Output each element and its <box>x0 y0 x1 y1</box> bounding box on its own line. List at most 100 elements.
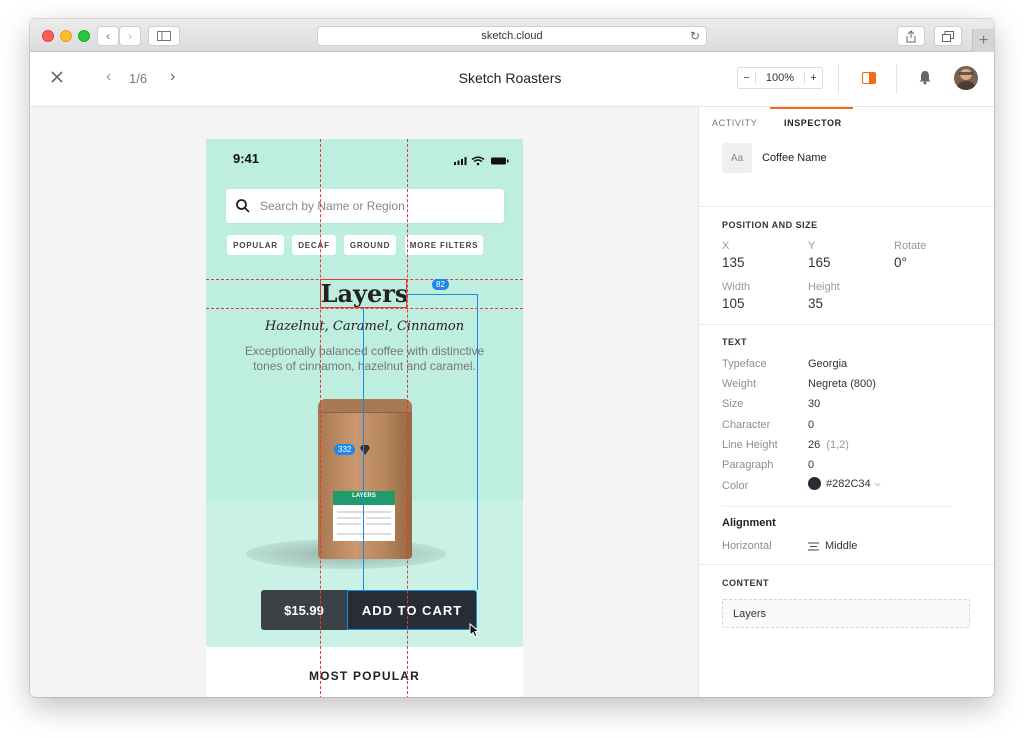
price-button[interactable]: $15.99 <box>261 590 347 630</box>
tab-activity[interactable]: ACTIVITY <box>712 118 757 128</box>
sidebar-toggle-button[interactable] <box>148 26 180 46</box>
filter-chip-ground[interactable]: GROUND <box>344 235 396 255</box>
product-description-line-1: Exceptionally balanced coffee with disti… <box>244 344 485 358</box>
diamond-logo-icon <box>360 445 370 455</box>
line-height-ratio: (1,2) <box>826 439 849 451</box>
tabs-button[interactable] <box>934 26 962 46</box>
address-bar[interactable]: sketch.cloud ↻ <box>317 26 707 46</box>
alignment-title: Alignment <box>722 517 776 529</box>
inspector-panel: ACTIVITY INSPECTOR Aa Coffee Name POSITI… <box>698 107 994 697</box>
toolbar-divider <box>838 64 839 94</box>
weight-value[interactable]: Negreta (800) <box>808 378 876 390</box>
line-height-value[interactable]: 26 (1,2) <box>808 439 849 451</box>
x-value[interactable]: 135 <box>722 255 745 270</box>
product-description-line-2: tones of cinnamon, hazelnut and caramel. <box>253 359 476 373</box>
measure-line-top <box>407 294 477 295</box>
chevron-left-icon: ‹ <box>106 68 112 85</box>
url-text: sketch.cloud <box>481 30 543 42</box>
layer-header: Aa Coffee Name <box>699 137 994 207</box>
sidebar-icon <box>157 31 171 41</box>
reload-icon[interactable]: ↻ <box>690 29 700 43</box>
most-popular-section: MOST POPULAR <box>206 647 523 697</box>
next-page-button[interactable]: › <box>170 68 175 86</box>
forward-button[interactable]: › <box>119 26 141 46</box>
zoom-out-button[interactable]: − <box>738 72 756 84</box>
content-field[interactable]: Layers <box>722 599 970 628</box>
guide-vertical-right <box>407 139 408 697</box>
text-divider <box>722 506 952 507</box>
horizontal-value[interactable]: Middle <box>808 540 857 552</box>
bell-icon[interactable] <box>918 70 932 90</box>
close-window-button[interactable] <box>42 30 54 42</box>
text-title: TEXT <box>722 337 748 347</box>
paragraph-value[interactable]: 0 <box>808 459 814 471</box>
zoom-level: 100% <box>765 72 795 84</box>
content-value: Layers <box>733 608 767 620</box>
artboard-canvas[interactable]: 9:41 Search by Name or Region POPULAR DE… <box>30 107 698 697</box>
height-value[interactable]: 35 <box>808 296 823 311</box>
most-popular-title: MOST POPULAR <box>308 669 421 683</box>
new-tab-button[interactable]: + <box>972 29 994 52</box>
search-placeholder: Search by Name or Region <box>260 199 405 213</box>
typeface-value[interactable]: Georgia <box>808 358 847 370</box>
guide-horizontal-bottom <box>206 308 523 309</box>
avatar[interactable] <box>954 66 978 90</box>
filter-chip-decaf[interactable]: DECAF <box>292 235 336 255</box>
paragraph-label: Paragraph <box>722 459 774 471</box>
horizontal-value-text: Middle <box>825 540 858 552</box>
color-label: Color <box>722 480 749 492</box>
layer-name: Coffee Name <box>762 152 827 164</box>
cursor-icon <box>469 623 480 638</box>
prev-page-button[interactable]: ‹ <box>106 68 111 86</box>
back-button[interactable]: ‹ <box>97 26 119 46</box>
guide-horizontal-top <box>206 279 523 280</box>
status-icons <box>454 153 510 171</box>
status-time: 9:41 <box>233 151 260 166</box>
share-icon <box>906 29 916 42</box>
y-value[interactable]: 165 <box>808 255 831 270</box>
add-to-cart-button[interactable]: ADD TO CART <box>347 590 477 630</box>
position-size-section: POSITION AND SIZE X 135 Y 165 Rotate 0° … <box>699 207 994 325</box>
character-label: Character <box>722 419 771 431</box>
zoom-in-button[interactable]: + <box>804 72 822 84</box>
line-height-label: Line Height <box>722 439 778 451</box>
filter-chip-more[interactable]: MORE FILTERS <box>405 235 483 255</box>
measure-badge-height: 332 <box>334 444 356 455</box>
width-value[interactable]: 105 <box>722 296 745 311</box>
align-center-icon <box>808 542 819 550</box>
chevron-right-icon: › <box>170 68 176 85</box>
chevron-left-icon: ‹ <box>106 29 110 43</box>
minimize-window-button[interactable] <box>60 30 72 42</box>
rotate-value[interactable]: 0° <box>894 255 907 270</box>
horizontal-label: Horizontal <box>722 540 772 552</box>
text-layer-icon: Aa <box>722 143 752 173</box>
filter-chip-popular[interactable]: POPULAR <box>227 235 284 255</box>
browser-window: ‹ › sketch.cloud ↻ + ‹ 1/6 › Sketch Roas… <box>30 19 994 697</box>
y-label: Y <box>808 240 816 252</box>
measure-line-right <box>477 294 478 590</box>
phone-artboard[interactable]: 9:41 Search by Name or Region POPULAR DE… <box>206 139 523 697</box>
line-height-number: 26 <box>808 439 821 451</box>
height-label: Height <box>808 281 840 293</box>
bag-label-text: LAYERS <box>333 493 395 499</box>
text-section: TEXT Typeface Georgia Weight Negreta (80… <box>699 325 994 565</box>
zoom-window-button[interactable] <box>78 30 90 42</box>
position-size-title: POSITION AND SIZE <box>722 220 818 230</box>
weight-label: Weight <box>722 378 757 390</box>
search-field[interactable]: Search by Name or Region <box>226 189 504 223</box>
chevron-down-icon: ⌵ <box>874 478 881 488</box>
tab-inspector[interactable]: INSPECTOR <box>784 118 842 128</box>
inspector-toggle-icon[interactable] <box>862 72 876 84</box>
coffee-bag-image: LAYERS <box>318 399 412 559</box>
active-tab-indicator <box>770 107 853 109</box>
character-value[interactable]: 0 <box>808 419 814 431</box>
size-value[interactable]: 30 <box>808 398 820 410</box>
guide-vertical-left <box>320 139 321 697</box>
tabs-icon <box>942 30 954 42</box>
share-button[interactable] <box>897 26 925 46</box>
zoom-control: − 100% + <box>737 67 823 89</box>
close-icon[interactable] <box>50 70 64 89</box>
color-value[interactable]: #282C34 ⌵ <box>808 477 881 490</box>
browser-titlebar: ‹ › sketch.cloud ↻ + <box>30 19 994 52</box>
rotate-label: Rotate <box>894 240 927 252</box>
